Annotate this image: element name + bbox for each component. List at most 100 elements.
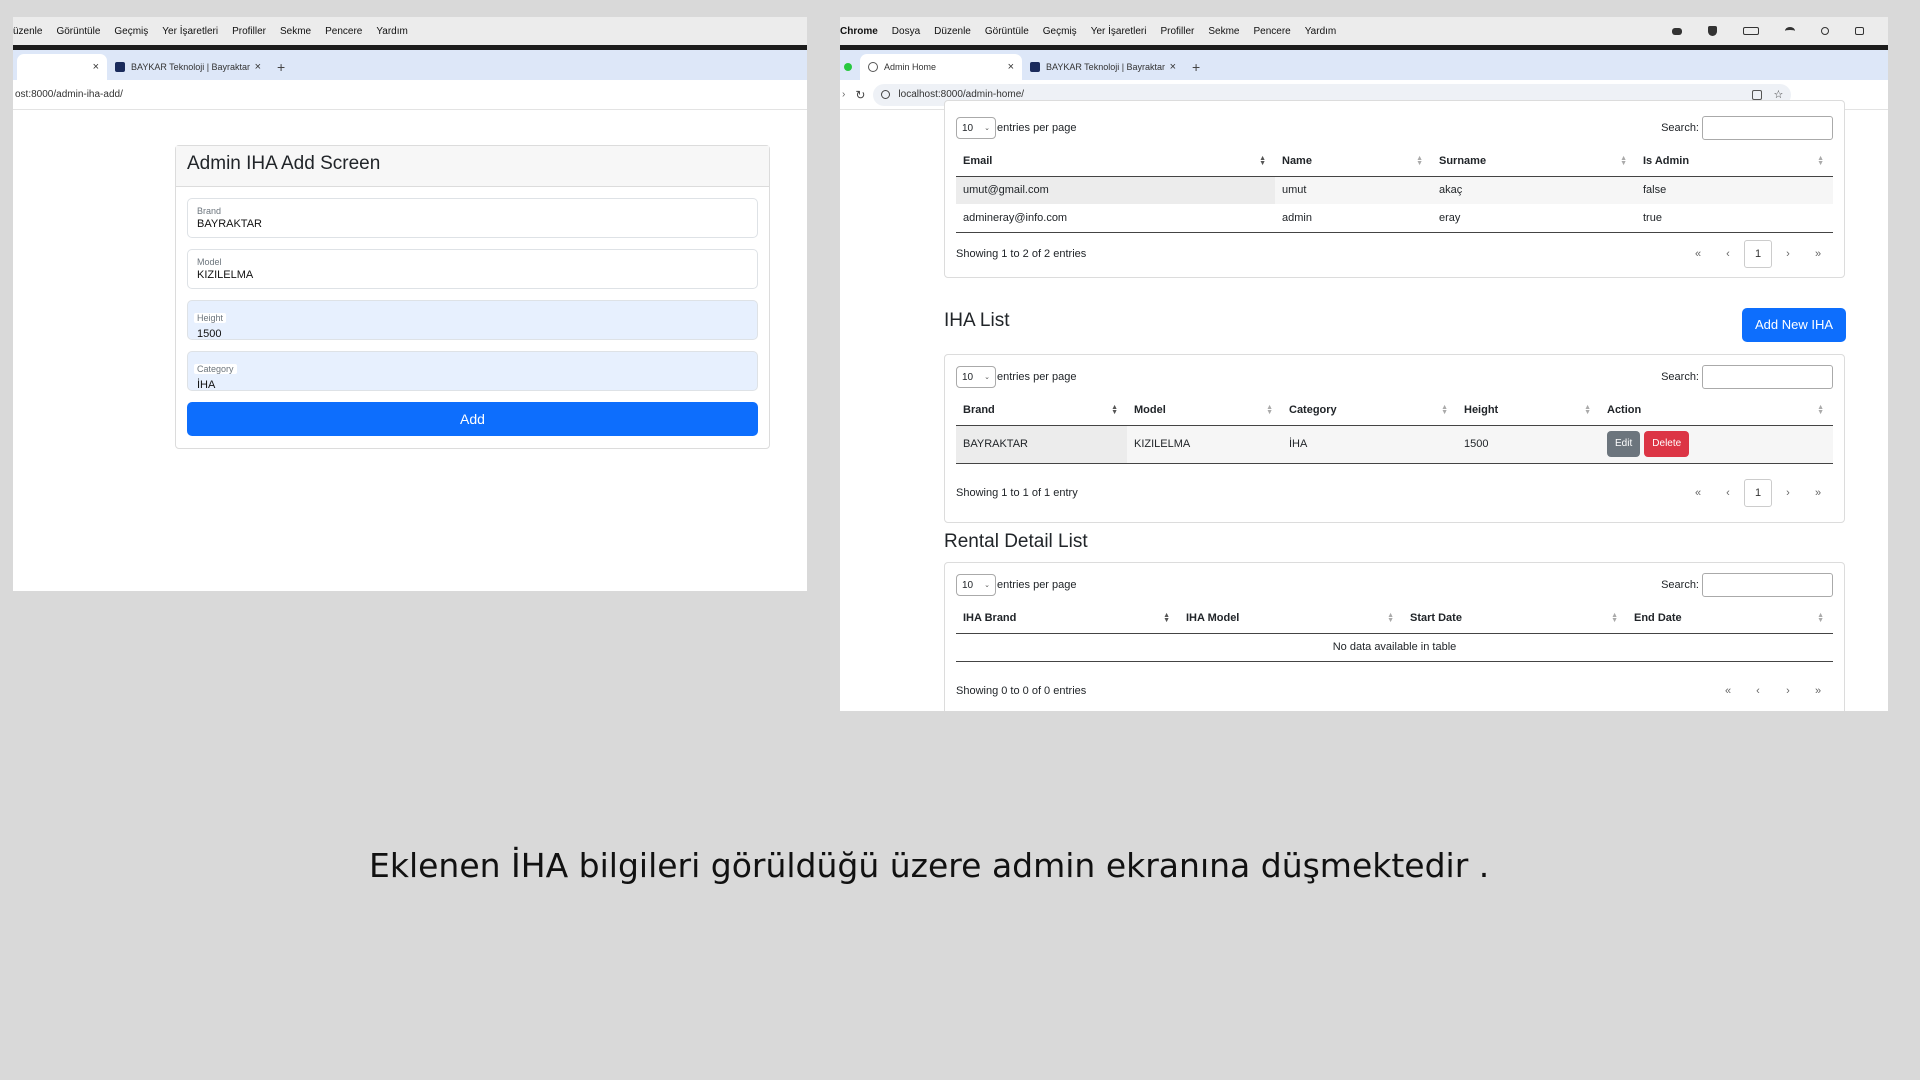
table-header-row: Brand ▲ ▼ Model ▲ ▼ Category ▲ ▼ Height ▲ ▼ Acti… bbox=[956, 396, 1833, 426]
model-field[interactable]: Model KIZILELMA bbox=[187, 249, 758, 289]
whale-icon[interactable] bbox=[1672, 27, 1682, 35]
window-dot-icon[interactable] bbox=[844, 63, 852, 71]
cell-category: İHA bbox=[1282, 425, 1457, 464]
translate-icon[interactable] bbox=[1751, 89, 1762, 100]
menu-item[interactable]: Görüntüle bbox=[56, 26, 100, 37]
menu-item[interactable]: Geçmiş bbox=[1043, 26, 1077, 37]
column-header-is-admin[interactable]: Is Admin ▲ ▼ bbox=[1636, 147, 1833, 177]
page-1-button[interactable]: 1 bbox=[1744, 479, 1772, 507]
height-field[interactable]: Height 1500 bbox=[187, 300, 758, 340]
column-header-surname[interactable]: Surname ▲ ▼ bbox=[1432, 147, 1636, 177]
field-value[interactable]: BAYRAKTAR bbox=[197, 218, 748, 230]
users-search-input[interactable] bbox=[1702, 116, 1833, 140]
menu-item[interactable]: Yer İşaretleri bbox=[162, 26, 218, 37]
tab-admin-iha-add[interactable]: × bbox=[17, 54, 107, 80]
menu-item[interactable]: Düzenle bbox=[934, 26, 971, 37]
menu-item[interactable]: Sekme bbox=[1208, 26, 1239, 37]
category-field[interactable]: Category İHA bbox=[187, 351, 758, 391]
column-header-start-date[interactable]: Start Date ▲ ▼ bbox=[1403, 604, 1627, 634]
sort-icon: ▲ ▼ bbox=[1163, 612, 1170, 624]
last-page-button[interactable]: » bbox=[1803, 487, 1833, 499]
shield-icon[interactable] bbox=[1708, 26, 1717, 36]
close-icon[interactable]: × bbox=[1170, 61, 1176, 73]
new-tab-icon[interactable]: + bbox=[269, 59, 293, 80]
tab-title: BAYKAR Teknoloji | Bayraktar bbox=[131, 62, 251, 72]
forward-icon[interactable]: › bbox=[842, 89, 845, 100]
column-header-model[interactable]: Model ▲ ▼ bbox=[1127, 396, 1282, 426]
menu-item[interactable]: Pencere bbox=[325, 26, 362, 37]
last-page-button[interactable]: » bbox=[1803, 685, 1833, 697]
sort-icon: ▲ ▼ bbox=[1611, 612, 1618, 624]
close-icon[interactable]: × bbox=[1008, 61, 1014, 73]
menu-item[interactable]: Profiller bbox=[232, 26, 266, 37]
first-page-button[interactable]: « bbox=[1683, 248, 1713, 260]
menu-item[interactable]: Yardım bbox=[376, 26, 408, 37]
field-value[interactable]: 1500 bbox=[197, 328, 748, 340]
column-header-end-date[interactable]: End Date ▲ ▼ bbox=[1627, 604, 1833, 634]
prev-page-button[interactable]: ‹ bbox=[1713, 248, 1743, 260]
column-header-action[interactable]: Action ▲ ▼ bbox=[1600, 396, 1833, 426]
field-value[interactable]: İHA bbox=[197, 379, 748, 391]
brand-field[interactable]: Brand BAYRAKTAR bbox=[187, 198, 758, 238]
cell-email: umut@gmail.com bbox=[956, 176, 1275, 204]
edit-button[interactable]: Edit bbox=[1607, 431, 1641, 457]
column-header-height[interactable]: Height ▲ ▼ bbox=[1457, 396, 1600, 426]
iha-search-input[interactable] bbox=[1702, 365, 1833, 389]
close-icon[interactable]: × bbox=[93, 61, 99, 73]
menu-item[interactable]: Yardım bbox=[1305, 26, 1337, 37]
add-new-iha-button[interactable]: Add New IHA bbox=[1742, 308, 1846, 342]
reload-icon[interactable]: ↻ bbox=[855, 88, 865, 102]
page-1-button[interactable]: 1 bbox=[1744, 240, 1772, 268]
column-header-brand[interactable]: Brand ▲ ▼ bbox=[956, 396, 1127, 426]
add-button[interactable]: Add bbox=[187, 402, 758, 436]
column-header-name[interactable]: Name ▲ ▼ bbox=[1275, 147, 1432, 177]
first-page-button[interactable]: « bbox=[1683, 487, 1713, 499]
wifi-icon[interactable] bbox=[1785, 27, 1795, 35]
url-text[interactable]: localhost:8000/admin-home/ bbox=[898, 89, 1024, 100]
first-page-button[interactable]: « bbox=[1713, 685, 1743, 697]
rental-table-footer: Showing 0 to 0 of 0 entries « ‹ › » bbox=[956, 677, 1833, 705]
page-size-select[interactable]: 10 ⌄ bbox=[956, 117, 996, 139]
cell-model: KIZILELMA bbox=[1127, 425, 1282, 464]
column-header-iha-model[interactable]: IHA Model ▲ ▼ bbox=[1179, 604, 1403, 634]
tab-title: Admin Home bbox=[884, 62, 937, 72]
field-label: Height bbox=[194, 313, 227, 323]
page-size-select[interactable]: 10 ⌄ bbox=[956, 366, 996, 388]
menu-item-app[interactable]: Chrome bbox=[840, 26, 878, 37]
menu-item[interactable]: Geçmiş bbox=[114, 26, 148, 37]
tab-admin-home[interactable]: Admin Home × bbox=[860, 54, 1022, 80]
menu-item[interactable]: Yer İşaretleri bbox=[1091, 26, 1147, 37]
next-page-button[interactable]: › bbox=[1773, 487, 1803, 499]
menu-item[interactable]: Profiller bbox=[1160, 26, 1194, 37]
prev-page-button[interactable]: ‹ bbox=[1743, 685, 1773, 697]
column-header-iha-brand[interactable]: IHA Brand ▲ ▼ bbox=[956, 604, 1179, 634]
menu-item[interactable]: Pencere bbox=[1254, 26, 1291, 37]
column-header-email[interactable]: Email ▲ ▼ bbox=[956, 147, 1275, 177]
table-row: No data available in table bbox=[956, 633, 1833, 662]
field-value[interactable]: KIZILELMA bbox=[197, 269, 748, 281]
control-center-icon[interactable] bbox=[1855, 27, 1864, 35]
column-header-category[interactable]: Category ▲ ▼ bbox=[1282, 396, 1457, 426]
iha-table: Brand ▲ ▼ Model ▲ ▼ Category ▲ ▼ Height ▲ ▼ Acti… bbox=[956, 396, 1833, 464]
tab-baykar[interactable]: BAYKAR Teknoloji | Bayraktar × bbox=[1022, 54, 1184, 80]
cell-action: Edit Delete bbox=[1600, 425, 1833, 464]
menu-item[interactable]: üzenle bbox=[13, 26, 42, 37]
next-page-button[interactable]: › bbox=[1773, 248, 1803, 260]
rental-search-input[interactable] bbox=[1702, 573, 1833, 597]
last-page-button[interactable]: » bbox=[1803, 248, 1833, 260]
page-size-select[interactable]: 10 ⌄ bbox=[956, 574, 996, 596]
url-text[interactable]: ost:8000/admin-iha-add/ bbox=[13, 89, 123, 100]
menu-item[interactable]: Dosya bbox=[892, 26, 920, 37]
rental-search: Search: bbox=[1661, 573, 1833, 597]
tab-baykar[interactable]: BAYKAR Teknoloji | Bayraktar × bbox=[107, 54, 269, 80]
close-icon[interactable]: × bbox=[255, 61, 261, 73]
new-tab-icon[interactable]: + bbox=[1184, 59, 1208, 80]
site-info-icon[interactable] bbox=[881, 90, 891, 99]
menu-item[interactable]: Sekme bbox=[280, 26, 311, 37]
prev-page-button[interactable]: ‹ bbox=[1713, 487, 1743, 499]
sort-icon: ▲ ▼ bbox=[1817, 404, 1824, 416]
search-icon[interactable] bbox=[1821, 27, 1829, 35]
next-page-button[interactable]: › bbox=[1773, 685, 1803, 697]
menu-item[interactable]: Görüntüle bbox=[985, 26, 1029, 37]
delete-button[interactable]: Delete bbox=[1644, 431, 1690, 457]
